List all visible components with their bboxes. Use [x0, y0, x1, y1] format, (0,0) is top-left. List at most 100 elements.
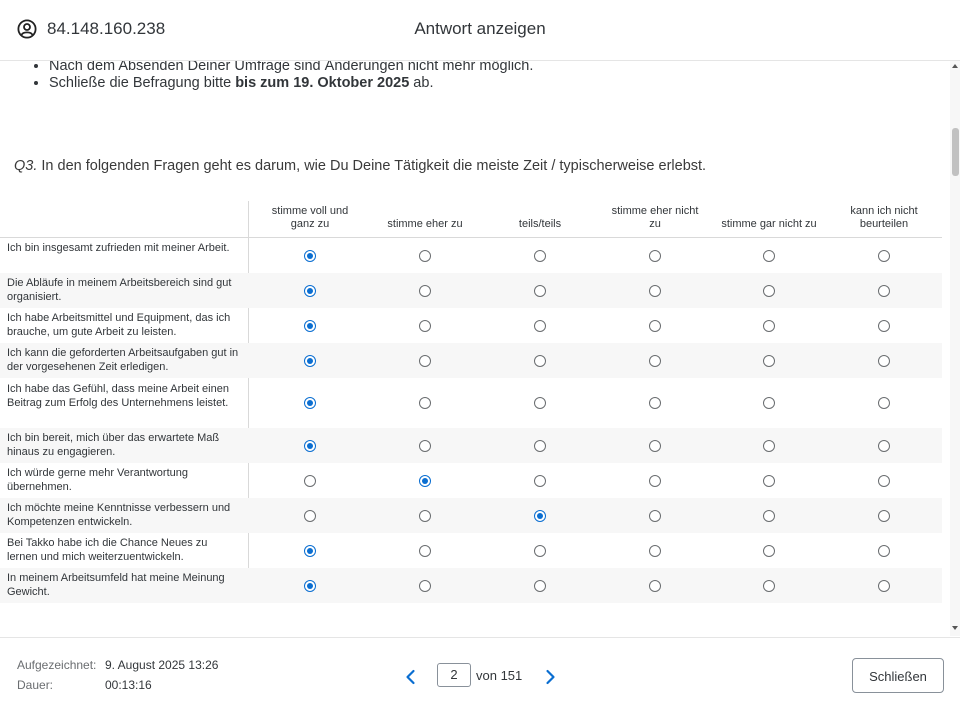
radio-button-selected[interactable]	[304, 285, 316, 297]
matrix-column-header: stimme gar nicht zu	[721, 218, 817, 230]
radio-button-selected[interactable]	[304, 320, 316, 332]
radio-button-selected[interactable]	[304, 355, 316, 367]
radio-button[interactable]	[878, 397, 890, 409]
radio-button[interactable]	[534, 250, 546, 262]
next-page-icon[interactable]	[541, 667, 559, 687]
radio-button[interactable]	[534, 580, 546, 592]
scroll-up-arrow-icon[interactable]	[952, 64, 958, 68]
page-number-input[interactable]: 2	[437, 663, 471, 687]
radio-button[interactable]	[649, 475, 661, 487]
matrix-row-label: Ich kann die geforderten Arbeitsaufgaben…	[7, 347, 239, 373]
duration-value: 00:13:16	[105, 678, 152, 692]
radio-button[interactable]	[534, 545, 546, 557]
radio-button[interactable]	[878, 475, 890, 487]
radio-button[interactable]	[419, 397, 431, 409]
radio-button[interactable]	[763, 250, 775, 262]
matrix-row-label: In meinem Arbeitsumfeld hat meine Meinun…	[7, 572, 225, 598]
radio-button[interactable]	[419, 440, 431, 452]
radio-button[interactable]	[649, 320, 661, 332]
radio-button[interactable]	[534, 355, 546, 367]
note-item: Schließe die Befragung bitte bis zum 19.…	[49, 75, 533, 92]
deadline-text: bis zum 19. Oktober 2025	[235, 75, 410, 91]
radio-button-selected[interactable]	[304, 250, 316, 262]
dialog-title: Antwort anzeigen	[414, 19, 546, 38]
response-content[interactable]: Nach dem Absenden Deiner Umfrage sind Än…	[0, 61, 950, 636]
radio-button[interactable]	[763, 355, 775, 367]
radio-button[interactable]	[534, 397, 546, 409]
question-text: Q3. In den folgenden Fragen geht es daru…	[14, 158, 707, 174]
radio-button[interactable]	[649, 250, 661, 262]
duration-label: Dauer:	[17, 678, 54, 692]
matrix-row: Bei Takko habe ich die Chance Neues zu l…	[0, 533, 942, 568]
radio-button-selected[interactable]	[534, 510, 546, 522]
matrix-row-label: Ich möchte meine Kenntnisse verbessern u…	[7, 502, 231, 528]
radio-button-selected[interactable]	[419, 475, 431, 487]
radio-button[interactable]	[419, 355, 431, 367]
matrix-column-header: stimme voll und ganz zu	[271, 205, 349, 230]
radio-button[interactable]	[419, 320, 431, 332]
radio-button[interactable]	[649, 397, 661, 409]
radio-button[interactable]	[649, 580, 661, 592]
radio-button[interactable]	[304, 510, 316, 522]
matrix-column-header: stimme eher nicht zu	[611, 205, 699, 230]
dialog-footer: Aufgezeichnet: 9. August 2025 13:26 Daue…	[0, 637, 960, 706]
matrix-row: Ich habe Arbeitsmittel und Equipment, da…	[0, 308, 942, 343]
matrix-row: Die Abläufe in meinem Arbeitsbereich sin…	[0, 273, 942, 308]
recorded-value: 9. August 2025 13:26	[105, 658, 219, 672]
radio-button[interactable]	[878, 440, 890, 452]
radio-button[interactable]	[419, 580, 431, 592]
radio-button[interactable]	[878, 545, 890, 557]
matrix-row-label: Die Abläufe in meinem Arbeitsbereich sin…	[7, 277, 232, 303]
radio-button-selected[interactable]	[304, 545, 316, 557]
radio-button[interactable]	[649, 440, 661, 452]
matrix-row-label: Ich würde gerne mehr Verantwortung übern…	[7, 467, 188, 493]
radio-button[interactable]	[878, 510, 890, 522]
radio-button[interactable]	[763, 475, 775, 487]
radio-button[interactable]	[649, 355, 661, 367]
radio-button[interactable]	[763, 440, 775, 452]
recorded-label: Aufgezeichnet:	[17, 658, 97, 672]
radio-button[interactable]	[763, 397, 775, 409]
radio-button[interactable]	[304, 475, 316, 487]
radio-button[interactable]	[878, 355, 890, 367]
matrix-row: Ich kann die geforderten Arbeitsaufgaben…	[0, 343, 942, 378]
radio-button[interactable]	[419, 545, 431, 557]
radio-button[interactable]	[878, 250, 890, 262]
question-number: Q3.	[14, 158, 38, 174]
radio-button[interactable]	[534, 285, 546, 297]
scroll-down-arrow-icon[interactable]	[952, 626, 958, 630]
radio-button[interactable]	[649, 285, 661, 297]
radio-button[interactable]	[763, 545, 775, 557]
radio-button[interactable]	[419, 250, 431, 262]
matrix-row-label: Ich habe das Gefühl, dass meine Arbeit e…	[7, 383, 229, 409]
previous-page-icon[interactable]	[402, 667, 420, 687]
radio-button[interactable]	[534, 320, 546, 332]
matrix-row-label: Bei Takko habe ich die Chance Neues zu l…	[7, 537, 208, 563]
matrix-column-header: stimme eher zu	[387, 218, 463, 230]
matrix-row-label: Ich habe Arbeitsmittel und Equipment, da…	[7, 312, 231, 338]
matrix-column-header: teils/teils	[518, 218, 562, 230]
radio-button[interactable]	[763, 320, 775, 332]
radio-button[interactable]	[649, 545, 661, 557]
radio-button[interactable]	[649, 510, 661, 522]
scrollbar-thumb[interactable]	[952, 128, 959, 176]
radio-button[interactable]	[534, 440, 546, 452]
radio-button[interactable]	[878, 285, 890, 297]
matrix-row-label: Ich bin bereit, mich über das erwartete …	[7, 432, 220, 458]
radio-button-selected[interactable]	[304, 440, 316, 452]
radio-button[interactable]	[878, 580, 890, 592]
radio-button-selected[interactable]	[304, 397, 316, 409]
radio-button[interactable]	[419, 510, 431, 522]
close-button[interactable]: Schließen	[852, 658, 944, 693]
dialog-header: 84.148.160.238 Antwort anzeigen	[0, 0, 960, 61]
radio-button[interactable]	[878, 320, 890, 332]
radio-button[interactable]	[763, 510, 775, 522]
radio-button[interactable]	[534, 475, 546, 487]
radio-button[interactable]	[419, 285, 431, 297]
matrix-row: Ich würde gerne mehr Verantwortung übern…	[0, 463, 942, 498]
note-item: Nach dem Absenden Deiner Umfrage sind Än…	[49, 61, 533, 75]
radio-button[interactable]	[763, 285, 775, 297]
notes-list: Nach dem Absenden Deiner Umfrage sind Än…	[31, 61, 533, 92]
radio-button[interactable]	[763, 580, 775, 592]
radio-button-selected[interactable]	[304, 580, 316, 592]
